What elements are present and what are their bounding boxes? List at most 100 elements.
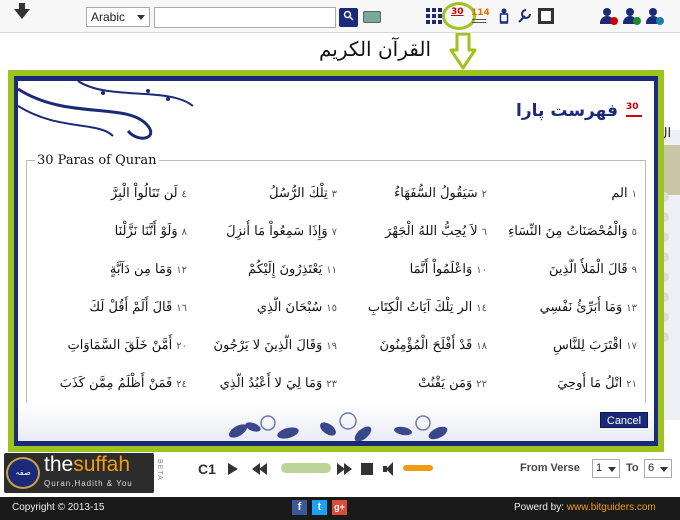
logo: صفہ thesuffah Quran,Hadith & You: [4, 453, 154, 493]
rewind-icon[interactable]: [252, 463, 268, 475]
para-number: ٥: [631, 227, 637, 238]
para-item[interactable]: ١٠وَاعْلَمُواْ أَنَّمَا: [337, 258, 487, 296]
powered-by-label: Powerd by:: [514, 502, 567, 513]
cancel-button[interactable]: Cancel: [600, 412, 648, 428]
para-name: وَالْمُحْصَنَاتُ مِنَ النِّسَاءِ: [508, 224, 628, 239]
google-plus-icon[interactable]: g+: [332, 500, 347, 515]
para-item[interactable]: ١٦قَالَ أَلَمْ أَقُلْ لَكَ: [37, 296, 187, 334]
para-number: ٨: [181, 227, 187, 238]
pointer-arrow-icon: [449, 33, 477, 70]
language-select[interactable]: Arabic: [86, 7, 150, 27]
footer: Copyright © 2013-15 f t g+ Powerd by: ww…: [0, 497, 680, 520]
para-index-dialog: فهرست پارا 30 30 Paras of Quran ١الم ٢سَي…: [8, 70, 664, 452]
para-number: ١٢: [176, 265, 187, 276]
para-name: سَيَقُولُ السُّفَهَاءُ: [394, 186, 478, 201]
para-number: ٢٠: [176, 341, 187, 352]
para-name: قَالَ أَلَمْ أَقُلْ لَكَ: [89, 300, 173, 315]
para-item[interactable]: ١الم: [487, 182, 637, 220]
facebook-icon[interactable]: f: [292, 500, 307, 515]
para-name: وَلَوْ أَنَّنَا نَزَّلْنَا: [114, 224, 178, 239]
para-number: ١٨: [476, 341, 487, 352]
para-item[interactable]: ١٧اقْتَرَبَ لِلنَّاسِ: [487, 334, 637, 372]
para-item[interactable]: ١٩وَقَالَ الَّذِينَ لا يَرْجُونَ: [187, 334, 337, 372]
para-item[interactable]: ٢٠أَمَّنْ خَلَقَ السَّمَاوَاتِ: [37, 334, 187, 372]
play-icon[interactable]: [228, 463, 238, 475]
para-number: ٧: [331, 227, 337, 238]
user-add-icon[interactable]: [598, 8, 618, 25]
para-name: وَاعْلَمُواْ أَنَّمَا: [409, 262, 473, 277]
language-select-value: Arabic: [91, 10, 126, 24]
para-name: لاَ يُحِبُّ اللهُ الْجَهْرَ: [385, 224, 478, 239]
repeat-button[interactable]: C1: [198, 461, 216, 477]
para-item[interactable]: ١١يَعْتَذِرُونَ إِلَيْكُمْ: [187, 258, 337, 296]
para-name: قَدْ أَفْلَحَ الْمُؤْمِنُونَ: [379, 338, 473, 353]
fast-forward-icon[interactable]: [337, 463, 353, 475]
keyboard-icon[interactable]: [363, 11, 381, 23]
stop-icon[interactable]: [361, 463, 373, 475]
para-item[interactable]: ٨وَلَوْ أَنَّنَا نَزَّلْنَا: [37, 220, 187, 258]
para-item[interactable]: ٤لَن تَنَالُواْ الْبِرَّ: [37, 182, 187, 220]
grid-view-icon[interactable]: [426, 8, 442, 24]
para-name: وَمَا مِن دَآبَّةٍ: [109, 262, 173, 277]
para-name: لَن تَنَالُواْ الْبِرَّ: [111, 186, 178, 201]
audio-progress-bar[interactable]: [281, 463, 331, 473]
para-item[interactable]: ٦لاَ يُحِبُّ اللهُ الْجَهْرَ: [337, 220, 487, 258]
header-swirl-ornament: [18, 81, 194, 140]
logo-name-part1: the: [44, 453, 74, 476]
download-icon[interactable]: [14, 3, 30, 19]
para-index-icon: 30: [626, 103, 642, 117]
logo-seal-icon: صفہ: [6, 457, 40, 489]
volume-icon[interactable]: [383, 462, 397, 476]
from-verse-label: From Verse: [520, 462, 580, 474]
dialog-header: فهرست پارا 30: [18, 81, 654, 141]
para-number: ٣: [331, 189, 337, 200]
para-item[interactable]: ٢سَيَقُولُ السُّفَهَاءُ: [337, 182, 487, 220]
para-index-icon[interactable]: 30: [451, 8, 467, 24]
para-item[interactable]: ١٨قَدْ أَفْلَحَ الْمُؤْمِنُونَ: [337, 334, 487, 372]
reader-icon[interactable]: [496, 8, 512, 24]
para-name: الر تِلْكَ آيَاتُ الْكِتَابِ: [367, 300, 473, 315]
para-number: ١٥: [326, 303, 337, 314]
para-name: اقْتَرَبَ لِلنَّاسِ: [552, 338, 623, 353]
para-item[interactable]: ٧وَإِذَا سَمِعُواْ مَا أُنزِلَ: [187, 220, 337, 258]
para-name: الم: [611, 186, 628, 201]
para-item[interactable]: ٩قَالَ الْمَلأُ الَّذِينَ: [487, 258, 637, 296]
fullscreen-icon[interactable]: [538, 8, 554, 24]
user-logout-icon[interactable]: [644, 8, 664, 25]
para-number: ٩: [631, 265, 637, 276]
para-number: ٢٤: [176, 379, 187, 390]
powered-by: Powerd by: www.bitguiders.com: [514, 502, 656, 513]
wrench-icon[interactable]: [516, 8, 532, 24]
surah-index-icon[interactable]: 114: [471, 8, 490, 24]
user-login-icon[interactable]: [621, 8, 641, 25]
para-number: ٢١: [626, 379, 637, 390]
search-icon: [343, 10, 354, 21]
para-number: ٢٢: [476, 379, 487, 390]
top-toolbar: Arabic 30 114: [0, 0, 680, 33]
para-number: ١٤: [476, 303, 487, 314]
para-name: وَمَا لِيَ لا أَعْبُدُ الَّذِي: [219, 376, 323, 391]
para-number: ٤: [181, 189, 187, 200]
para-item[interactable]: ٣تِلْكَ الرُّسُلُ: [187, 182, 337, 220]
para-item[interactable]: ٥وَالْمُحْصَنَاتُ مِنَ النِّسَاءِ: [487, 220, 637, 258]
search-button[interactable]: [339, 8, 358, 27]
para-item[interactable]: ١٣وَمَا أُبَرِّئُ نَفْسِي: [487, 296, 637, 334]
para-name: سُبْحَانَ الَّذِي: [256, 300, 323, 315]
search-input[interactable]: [154, 7, 336, 28]
twitter-icon[interactable]: t: [312, 500, 327, 515]
para-item[interactable]: ١٢وَمَا مِن دَآبَّةٍ: [37, 258, 187, 296]
volume-slider[interactable]: [403, 465, 433, 471]
para-item[interactable]: ١٥سُبْحَانَ الَّذِي: [187, 296, 337, 334]
powered-by-link[interactable]: www.bitguiders.com: [567, 502, 656, 513]
para-name: يَعْتَذِرُونَ إِلَيْكُمْ: [248, 262, 323, 277]
para-number: ١٩: [326, 341, 337, 352]
dialog-title: فهرست پارا: [516, 101, 618, 121]
para-item[interactable]: ١٤الر تِلْكَ آيَاتُ الْكِتَابِ: [337, 296, 487, 334]
paras-fieldset: 30 Paras of Quran ١الم ٢سَيَقُولُ السُّفَ…: [26, 153, 646, 429]
para-number: ١٧: [626, 341, 637, 352]
copyright-text: Copyright © 2013-15: [12, 502, 105, 513]
chevron-down-icon: [137, 15, 145, 20]
to-verse-select[interactable]: 6: [644, 459, 672, 478]
para-name: اتْلُ مَا أُوحِيَ: [557, 376, 623, 391]
from-verse-select[interactable]: 1: [592, 459, 620, 478]
